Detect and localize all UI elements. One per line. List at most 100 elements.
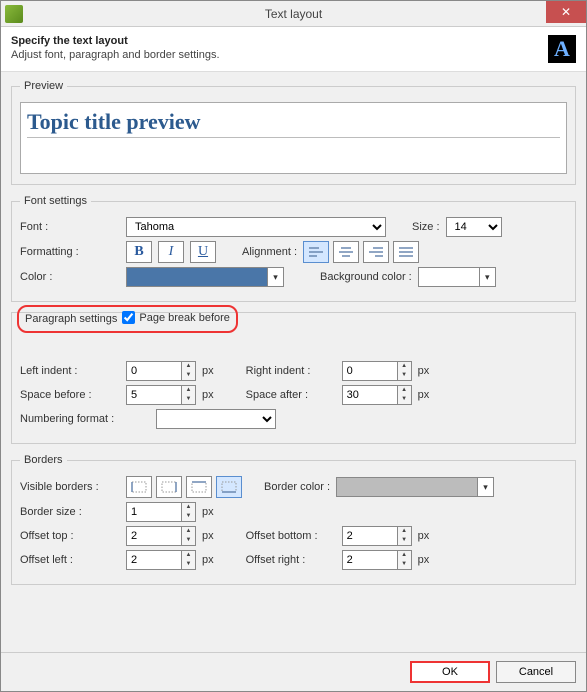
spin-down-icon[interactable]: ▼ [398,560,411,569]
border-size-input[interactable] [127,503,181,521]
offset-right-spinner[interactable]: ▲▼ [342,550,412,570]
align-right-button[interactable] [363,241,389,263]
border-color-label: Border color : [264,481,330,493]
border-top-icon [190,480,208,494]
spin-down-icon[interactable]: ▼ [182,560,195,569]
align-left-button[interactable] [303,241,329,263]
unit-px: px [202,554,214,566]
dialog-footer: OK Cancel [1,652,586,691]
offset-top-spinner[interactable]: ▲▼ [126,526,196,546]
left-indent-input[interactable] [127,362,181,380]
right-indent-input[interactable] [343,362,397,380]
preview-box: Topic title preview [20,102,567,174]
spin-down-icon[interactable]: ▼ [398,371,411,380]
visible-borders-label: Visible borders : [20,481,120,493]
spin-down-icon[interactable]: ▼ [398,395,411,404]
spin-up-icon[interactable]: ▲ [182,503,195,512]
offset-left-input[interactable] [127,551,181,569]
spin-up-icon[interactable]: ▲ [182,386,195,395]
spin-up-icon[interactable]: ▲ [182,527,195,536]
align-left-icon [307,245,325,259]
border-right-icon [160,480,178,494]
spin-down-icon[interactable]: ▼ [182,536,195,545]
spin-up-icon[interactable]: ▲ [182,362,195,371]
border-size-spinner[interactable]: ▲▼ [126,502,196,522]
offset-left-spinner[interactable]: ▲▼ [126,550,196,570]
preview-group: Preview Topic title preview [11,80,576,185]
offset-bottom-input[interactable] [343,527,397,545]
border-top-button[interactable] [186,476,212,498]
dialog-header: Specify the text layout Adjust font, par… [1,27,586,72]
border-size-label: Border size : [20,506,120,518]
spin-down-icon[interactable]: ▼ [182,371,195,380]
preview-legend: Preview [20,80,67,92]
header-subtitle: Adjust font, paragraph and border settin… [11,49,220,61]
chevron-down-icon: ▾ [267,268,283,286]
page-break-label: Page break before [139,312,230,324]
border-bottom-button[interactable] [216,476,242,498]
align-justify-button[interactable] [393,241,419,263]
unit-px: px [418,530,430,542]
border-color-picker[interactable]: ▾ [336,477,494,497]
offset-right-input[interactable] [343,551,397,569]
numbering-select[interactable] [156,409,276,429]
border-left-button[interactable] [126,476,152,498]
bgcolor-picker[interactable]: ▾ [418,267,496,287]
chevron-down-icon: ▾ [477,478,493,496]
left-indent-label: Left indent : [20,365,120,377]
close-icon: ✕ [561,5,571,19]
spin-down-icon[interactable]: ▼ [398,536,411,545]
unit-px: px [202,530,214,542]
border-bottom-icon [220,480,238,494]
left-indent-spinner[interactable]: ▲▼ [126,361,196,381]
bold-button[interactable]: B [126,241,152,263]
space-after-label: Space after : [246,389,336,401]
offset-bottom-spinner[interactable]: ▲▼ [342,526,412,546]
spin-down-icon[interactable]: ▼ [182,395,195,404]
align-center-icon [337,245,355,259]
space-after-input[interactable] [343,386,397,404]
spin-up-icon[interactable]: ▲ [182,551,195,560]
font-label: Font : [20,221,120,233]
unit-px: px [418,365,430,377]
size-select[interactable]: 14 [446,217,502,237]
space-after-spinner[interactable]: ▲▼ [342,385,412,405]
color-swatch [127,268,267,286]
font-select[interactable]: Tahoma [126,217,386,237]
borders-group: Borders Visible borders : Border color :… [11,454,576,585]
text-layout-icon: A [548,35,576,63]
border-left-icon [130,480,148,494]
spin-up-icon[interactable]: ▲ [398,362,411,371]
border-color-swatch [337,478,477,496]
border-right-button[interactable] [156,476,182,498]
formatting-label: Formatting : [20,246,120,258]
spin-down-icon[interactable]: ▼ [182,512,195,521]
spin-up-icon[interactable]: ▲ [398,527,411,536]
page-break-checkbox[interactable] [122,311,135,324]
offset-bottom-label: Offset bottom : [246,530,336,542]
bgcolor-label: Background color : [320,271,412,283]
color-picker[interactable]: ▾ [126,267,284,287]
close-button[interactable]: ✕ [546,1,586,23]
alignment-label: Alignment : [242,246,297,258]
font-settings-group: Font settings Font : Tahoma Size : 14 Fo… [11,195,576,302]
space-before-input[interactable] [127,386,181,404]
right-indent-spinner[interactable]: ▲▼ [342,361,412,381]
underline-button[interactable]: U [190,241,216,263]
window-title: Text layout [1,7,586,21]
paragraph-legend: Paragraph settings [23,313,119,325]
align-right-icon [367,245,385,259]
right-indent-label: Right indent : [246,365,336,377]
spin-up-icon[interactable]: ▲ [398,386,411,395]
titlebar: Text layout ✕ [1,1,586,27]
offset-top-input[interactable] [127,527,181,545]
spin-up-icon[interactable]: ▲ [398,551,411,560]
borders-legend: Borders [20,454,67,466]
preview-text: Topic title preview [27,109,560,138]
space-before-spinner[interactable]: ▲▼ [126,385,196,405]
cancel-button[interactable]: Cancel [496,661,576,683]
ok-button[interactable]: OK [410,661,490,683]
font-settings-legend: Font settings [20,195,91,207]
align-center-button[interactable] [333,241,359,263]
italic-button[interactable]: I [158,241,184,263]
